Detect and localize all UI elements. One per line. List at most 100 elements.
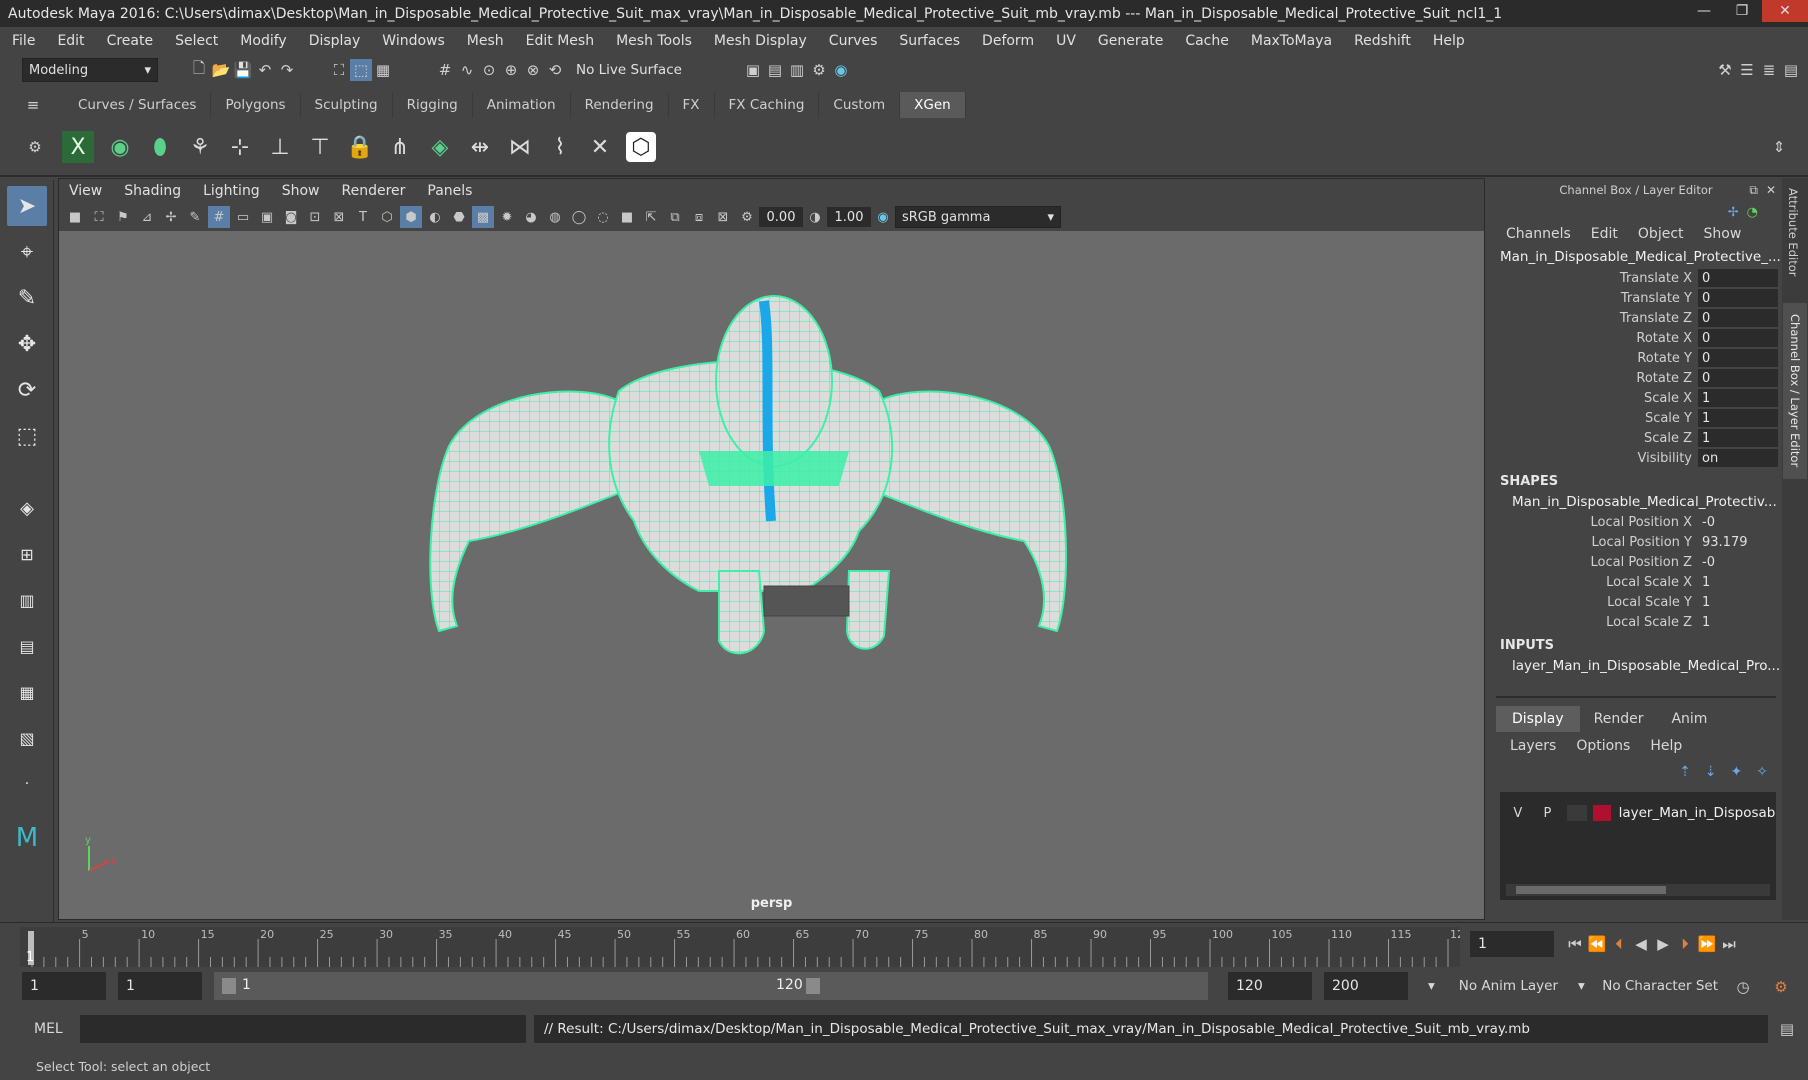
attr-value[interactable]: 0 [1698,309,1778,327]
panel-divider[interactable] [1496,696,1776,698]
menu-mesh-display[interactable]: Mesh Display [702,33,817,49]
xgen-create-description-icon[interactable]: ⬮ [140,125,180,169]
viewport-menu-renderer[interactable]: Renderer [331,183,417,199]
xray-joints-icon[interactable]: ⊠ [712,206,734,228]
time-ruler[interactable]: 5 10 15 20 25 30 35 40 45 50 55 60 65 70 75 80 85 90 95 100… [20,927,1460,967]
attr-row[interactable]: Local Scale Z1 [1490,612,1782,632]
resolution-gate-icon[interactable]: ▣ [256,206,278,228]
xgen-place-guide-icon[interactable]: ⚘ [180,125,220,169]
menu-help[interactable]: Help [1421,33,1475,49]
channels-edit-menu[interactable]: Edit [1591,226,1618,242]
channels-object-menu[interactable]: Object [1638,226,1684,242]
playback-end-field[interactable]: 120 [1228,972,1312,1000]
attr-row[interactable]: Local Position Y 93.179 [1490,532,1782,552]
play-forward-icon[interactable]: ▶ [1652,933,1674,955]
smooth-shade-icon[interactable]: ⬢ [400,206,422,228]
menu-edit-mesh[interactable]: Edit Mesh [514,33,604,49]
attr-value[interactable]: on [1698,449,1778,467]
shadows-icon[interactable]: ◕ [520,206,542,228]
snap-point-icon[interactable]: ⊙ [478,59,500,81]
rotate-tool-icon[interactable]: ⟳ [7,370,47,410]
menu-curves[interactable]: Curves [817,33,888,49]
motion-blur-icon[interactable]: ◯ [568,206,590,228]
save-scene-icon[interactable]: 💾 [232,59,254,81]
attr-row[interactable]: Translate Y0 [1490,288,1782,308]
attr-row[interactable]: Translate X0 [1490,268,1782,288]
wireframe-on-shaded-icon[interactable]: ⬣ [448,206,470,228]
xgen-select-guide-icon[interactable]: ⊤ [300,125,340,169]
playback-start-field[interactable]: 1 [118,972,202,1000]
scale-tool-icon[interactable]: ⬚ [7,416,47,456]
attribute-editor-toggle-icon[interactable]: ☰ [1736,59,1758,81]
layer-playback-toggle[interactable]: P [1536,806,1560,821]
tab-render[interactable]: Render [1580,706,1658,732]
xgen-preview-icon[interactable]: ◉ [100,125,140,169]
step-back-icon[interactable]: ⏪ [1586,933,1608,955]
step-forward-icon[interactable]: ⏩ [1696,933,1718,955]
attr-value[interactable]: 1 [1698,409,1778,427]
scene-end-field[interactable]: 200 [1324,972,1408,1000]
character-mesh[interactable] [419,295,1079,671]
attr-row[interactable]: Local Position Z -0 [1490,552,1782,572]
attr-row[interactable]: Local Position X -0 [1490,512,1782,532]
tab-sculpting[interactable]: Sculpting [301,92,393,118]
new-scene-icon[interactable]: 🗋 [188,59,210,81]
move-tool-icon[interactable]: ✥ [7,324,47,364]
attr-value[interactable]: 1 [1698,429,1778,447]
anim-prefs-icon[interactable]: ⚙ [1770,976,1792,998]
menu-surfaces[interactable]: Surfaces [887,33,970,49]
menuset-dropdown[interactable]: Modeling ▾ [22,58,158,82]
xgen-add-guide-icon[interactable]: ⊹ [220,125,260,169]
channels-show-menu[interactable]: Show [1704,226,1742,242]
select-hierarchy-icon[interactable]: ⛶ [328,59,350,81]
textured-icon[interactable]: ▩ [472,206,494,228]
select-object-icon[interactable]: ⬚ [350,59,372,81]
tab-polygons[interactable]: Polygons [211,92,301,118]
layer-row[interactable]: V P layer_Man_in_Disposabl [1500,800,1776,826]
scrollbar-thumb[interactable] [1516,886,1666,894]
camera-lock-icon[interactable]: ⛶ [88,206,110,228]
menu-display[interactable]: Display [297,33,371,49]
attr-value[interactable]: 1 [1698,389,1778,407]
attr-value[interactable]: 0 [1698,349,1778,367]
screen-space-ao-icon[interactable]: ◍ [544,206,566,228]
layer-name[interactable]: layer_Man_in_Disposabl [1619,805,1776,821]
grid-icon[interactable]: # [208,206,230,228]
snap-view-icon[interactable]: ⊕ [500,59,522,81]
tab-fx-caching[interactable]: FX Caching [715,92,820,118]
xray-icon[interactable]: ⧉ [664,206,686,228]
exposure-field[interactable]: 0.00 [759,207,803,227]
go-to-end-icon[interactable]: ⏭ [1718,933,1740,955]
menu-redshift[interactable]: Redshift [1342,33,1421,49]
four-view-icon[interactable]: ⊞ [7,534,47,574]
menu-modify[interactable]: Modify [228,33,296,49]
menu-mesh-tools[interactable]: Mesh Tools [604,33,702,49]
viewport-menu-show[interactable]: Show [272,183,332,199]
use-default-material-icon[interactable]: ◐ [424,206,446,228]
redo-icon[interactable]: ↷ [276,59,298,81]
snap-surface-icon[interactable]: ⊗ [522,59,544,81]
xgen-lock-guide-icon[interactable]: 🔒 [340,125,380,169]
persp-hypershade-icon[interactable]: ▦ [7,672,47,712]
lasso-tool-icon[interactable]: ⌖ [7,232,47,272]
manip-icon[interactable]: ✢ [1728,205,1739,220]
snap-magnet-icon[interactable]: ⟲ [544,59,566,81]
snap-curve-icon[interactable]: ∿ [456,59,478,81]
snap-grid-icon[interactable]: # [434,59,456,81]
layer-type-toggle[interactable] [1567,805,1587,821]
layers-menu[interactable]: Layers [1510,738,1556,754]
attr-row[interactable]: Visibility on [1490,448,1782,468]
current-frame-field[interactable]: 1 [1470,931,1554,957]
render-view-icon[interactable]: ▣ [742,59,764,81]
close-panel-icon[interactable]: ✕ [1766,183,1776,197]
layer-help-menu[interactable]: Help [1650,738,1682,754]
menu-create[interactable]: Create [95,33,164,49]
safe-action-icon[interactable]: ⊠ [328,206,350,228]
xgen-rebuild-icon[interactable]: ⇹ [460,125,500,169]
script-editor-icon[interactable]: ▤ [1776,1018,1798,1040]
xgen-guides-icon[interactable]: ⋔ [380,125,420,169]
attr-row[interactable]: Rotate Y0 [1490,348,1782,368]
close-button[interactable]: ✕ [1762,0,1808,22]
safe-title-icon[interactable]: T [352,206,374,228]
depth-of-field-icon[interactable]: ■ [616,206,638,228]
